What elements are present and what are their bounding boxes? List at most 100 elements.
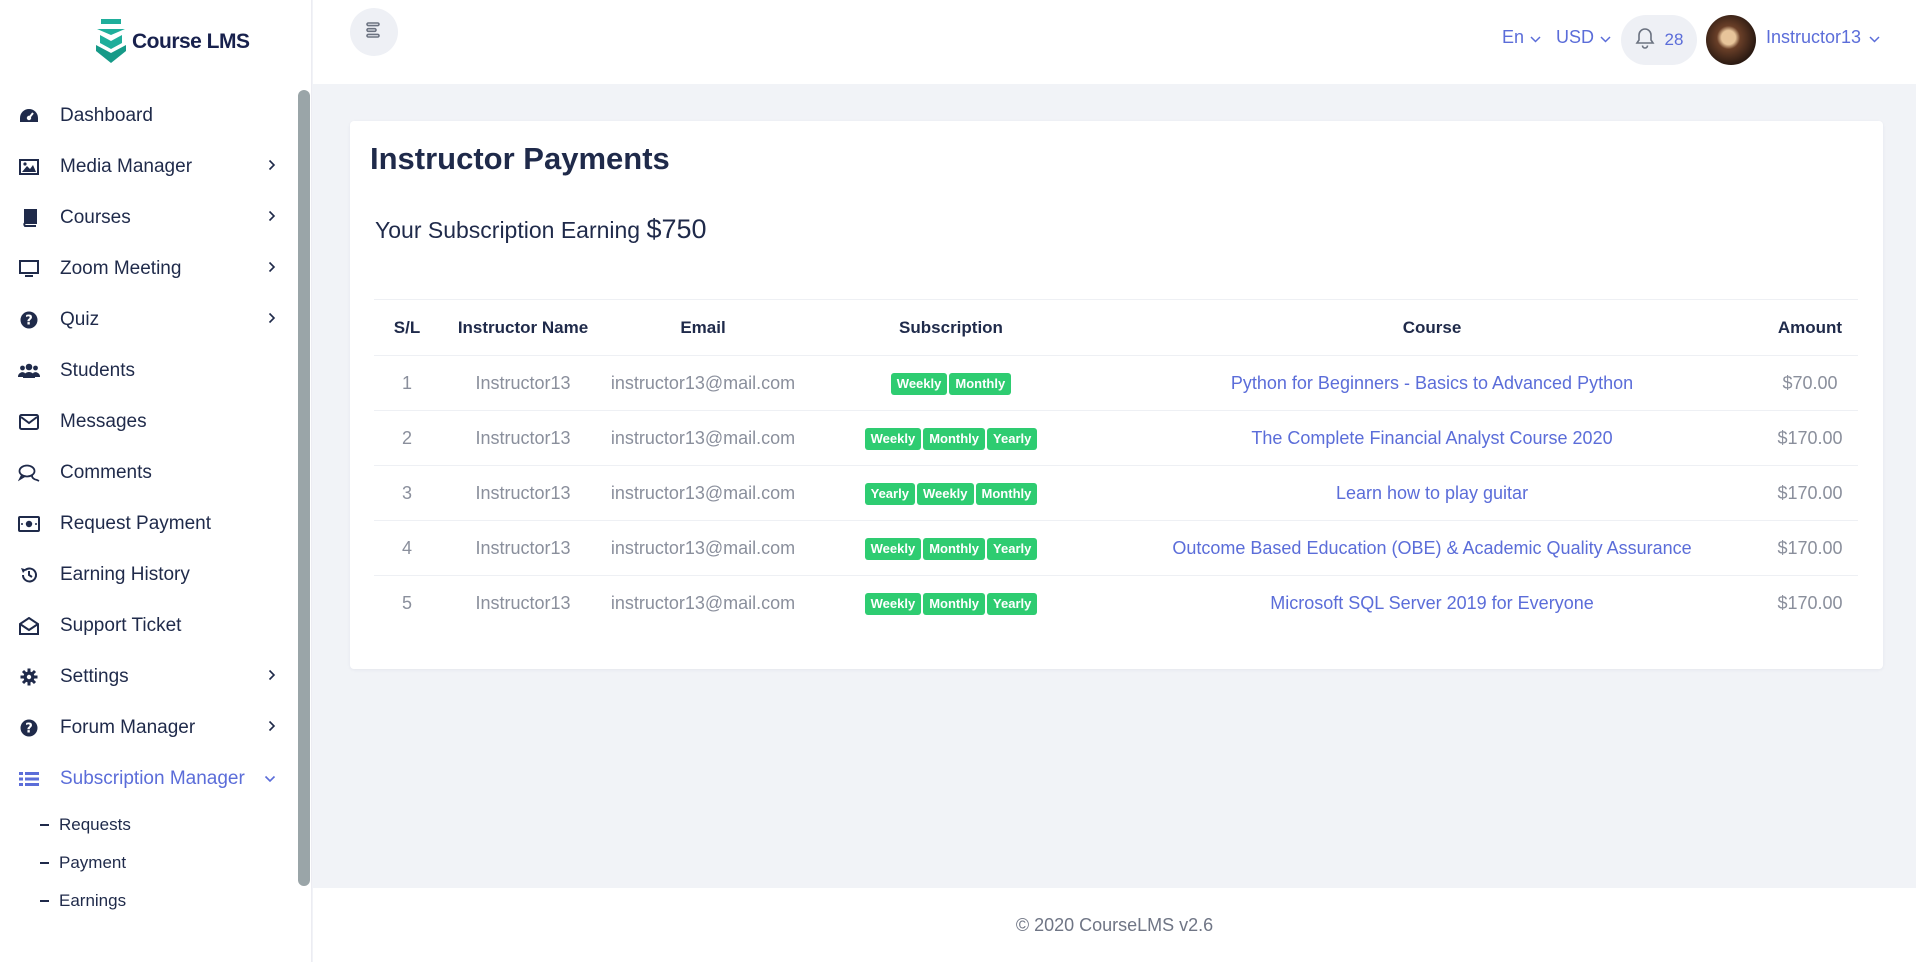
sidebar-item-label: Support Ticket [60, 614, 182, 636]
course-link[interactable]: Learn how to play guitar [1102, 465, 1762, 521]
submenu-item-label: Earnings [59, 891, 127, 910]
course-link[interactable]: Python for Beginners - Basics to Advance… [1102, 355, 1762, 411]
bell-icon [1635, 27, 1655, 54]
column-header: Amount [1762, 299, 1858, 356]
sidebar-item-media-manager[interactable]: Media Manager [0, 141, 296, 192]
users-icon [18, 360, 40, 382]
course-link[interactable]: The Complete Financial Analyst Course 20… [1102, 410, 1762, 466]
topbar: En USD 28 Instructor13 [313, 0, 1916, 84]
sidebar-item-request-payment[interactable]: Request Payment [0, 498, 296, 549]
sidebar-menu: Dashboard Media Manager Courses Zoom Mee… [0, 90, 296, 920]
payments-table: S/L Instructor Name Email Subscription C… [374, 299, 1858, 631]
sidebar-item-label: Media Manager [60, 155, 193, 177]
sidebar-item-label: Earning History [60, 563, 190, 585]
sidebar: Course LMS Dashboard Media Manager Cours… [0, 0, 312, 962]
currency-select[interactable]: USD [1556, 27, 1611, 48]
notifications-button[interactable]: 28 [1621, 15, 1697, 65]
logo[interactable]: Course LMS [0, 0, 311, 84]
svg-text:?: ? [25, 721, 33, 736]
table-row: 3 Instructor13 instructor13@mail.com Yearly… [374, 465, 1858, 521]
submenu-item-earnings[interactable]: Earnings [0, 882, 296, 920]
avatar[interactable] [1706, 15, 1756, 65]
subscription-submenu: Requests Payment Earnings [0, 804, 296, 920]
sidebar-item-forum-manager[interactable]: ? Forum Manager [0, 702, 296, 753]
sidebar-item-label: Dashboard [60, 104, 153, 126]
table-row: 2 Instructor13 instructor13@mail.com Weekly… [374, 410, 1858, 466]
subscription-badge: Yearly [987, 592, 1038, 615]
envelope-icon [18, 411, 40, 433]
amount-cell: $170.00 [1762, 410, 1858, 466]
email-cell: instructor13@mail.com [606, 520, 800, 576]
envelope-open-icon [18, 615, 40, 637]
chevron-right-icon [268, 209, 276, 227]
chevron-right-icon [268, 260, 276, 278]
email-cell: instructor13@mail.com [606, 355, 800, 411]
chevron-right-icon [268, 668, 276, 686]
book-icon [18, 207, 40, 229]
earning-label: Your Subscription Earning [375, 217, 641, 243]
chevron-down-icon [1869, 27, 1880, 48]
sidebar-item-messages[interactable]: Messages [0, 396, 296, 447]
column-header: Email [606, 299, 800, 356]
subscription-badge: Monthly [923, 592, 986, 615]
sidebar-item-support-ticket[interactable]: Support Ticket [0, 600, 296, 651]
chevron-right-icon [268, 158, 276, 176]
sidebar-item-label: Comments [60, 461, 152, 483]
menu-toggle-button[interactable] [350, 8, 398, 56]
earning-amount: $750 [646, 214, 707, 244]
sl-cell: 3 [374, 465, 440, 521]
dash-icon [40, 824, 49, 826]
list-icon [18, 768, 40, 790]
sidebar-item-courses[interactable]: Courses [0, 192, 296, 243]
gear-icon [18, 666, 40, 688]
user-menu[interactable]: Instructor13 [1766, 27, 1880, 48]
sidebar-item-zoom-meeting[interactable]: Zoom Meeting [0, 243, 296, 294]
question-icon: ? [18, 309, 40, 331]
currency-value: USD [1556, 27, 1595, 47]
subscription-cell: Weekly Monthly Yearly [800, 410, 1102, 466]
subscription-cell: Yearly Weekly Monthly [800, 465, 1102, 521]
instructor-name-cell: Instructor13 [440, 520, 606, 576]
subscription-badge: Monthly [975, 482, 1038, 505]
subscription-earning: Your Subscription Earning $750 [375, 214, 707, 245]
svg-text:?: ? [25, 313, 33, 328]
email-cell: instructor13@mail.com [606, 410, 800, 466]
subscription-badge: Weekly [864, 592, 922, 615]
sidebar-item-comments[interactable]: Comments [0, 447, 296, 498]
sl-cell: 1 [374, 355, 440, 411]
sidebar-item-label: Students [60, 359, 135, 381]
hamburger-icon [366, 21, 382, 43]
subscription-cell: Weekly Monthly Yearly [800, 576, 1102, 631]
sidebar-item-settings[interactable]: Settings [0, 651, 296, 702]
subscription-cell: Weekly Monthly [800, 355, 1102, 411]
footer: © 2020 CourseLMS v2.6 [313, 888, 1916, 962]
dash-icon [40, 900, 49, 902]
sidebar-item-subscription-manager[interactable]: Subscription Manager [0, 753, 296, 804]
sidebar-item-earning-history[interactable]: Earning History [0, 549, 296, 600]
subscription-badge: Weekly [890, 372, 948, 395]
submenu-item-label: Requests [59, 815, 131, 834]
sidebar-item-dashboard[interactable]: Dashboard [0, 90, 296, 141]
instructor-name-cell: Instructor13 [440, 465, 606, 521]
sidebar-item-students[interactable]: Students [0, 345, 296, 396]
subscription-badge: Weekly [864, 427, 922, 450]
course-link[interactable]: Outcome Based Education (OBE) & Academic… [1102, 520, 1762, 576]
notification-count: 28 [1664, 30, 1684, 49]
chevron-right-icon [268, 311, 276, 329]
sidebar-scrollbar[interactable] [298, 90, 310, 886]
submenu-item-payment[interactable]: Payment [0, 844, 296, 882]
submenu-item-requests[interactable]: Requests [0, 806, 296, 844]
sidebar-item-label: Courses [60, 206, 131, 228]
subscription-badge: Weekly [864, 537, 922, 560]
subscription-badge: Weekly [916, 482, 974, 505]
amount-cell: $170.00 [1762, 520, 1858, 576]
sidebar-item-label: Zoom Meeting [60, 257, 182, 279]
sl-cell: 5 [401, 592, 412, 613]
language-select[interactable]: En [1502, 27, 1541, 48]
user-name: Instructor13 [1766, 27, 1862, 47]
course-link[interactable]: Microsoft SQL Server 2019 for Everyone [1102, 576, 1762, 631]
money-icon [18, 513, 40, 535]
sidebar-item-quiz[interactable]: ? Quiz [0, 294, 296, 345]
subscription-badge: Monthly [923, 427, 986, 450]
instructor-name-cell: Instructor13 [440, 355, 606, 411]
